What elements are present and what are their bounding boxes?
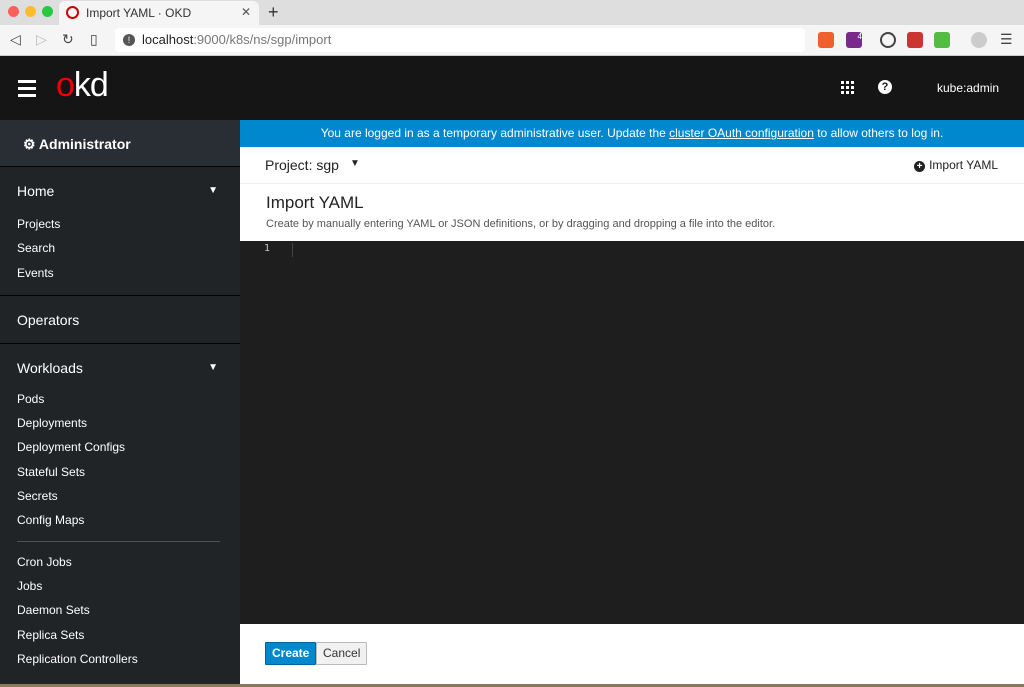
nav-item-daemon-sets[interactable]: Daemon Sets <box>0 598 240 622</box>
help-icon[interactable]: ? <box>878 80 892 94</box>
nav-section-operators[interactable]: Operators <box>0 294 240 343</box>
nav-item-stateful-sets[interactable]: Stateful Sets <box>0 460 240 484</box>
import-yaml-label: Import YAML <box>929 158 998 172</box>
editor-cursor <box>292 243 293 257</box>
forward-button[interactable]: ▷ <box>36 31 47 48</box>
logo-o: o <box>56 66 75 104</box>
page-header: Import YAML Create by manually entering … <box>240 184 1024 241</box>
bookmark-icon[interactable]: ▯ <box>90 31 98 48</box>
nav-item-search[interactable]: Search <box>0 236 240 260</box>
nav-item-jobs[interactable]: Jobs <box>0 574 240 598</box>
extension-icon[interactable] <box>907 32 923 48</box>
back-button[interactable]: ◁ <box>10 31 21 48</box>
brave-shield-icon[interactable] <box>818 32 834 48</box>
banner-text: to allow others to log in. <box>813 126 944 140</box>
nav-section-workloads[interactable]: Workloads ▼ <box>0 342 240 391</box>
nav-item-cron-jobs[interactable]: Cron Jobs <box>0 550 240 574</box>
profile-avatar[interactable] <box>971 32 987 48</box>
close-tab-icon[interactable]: ✕ <box>241 5 251 19</box>
okd-favicon-icon <box>66 6 79 19</box>
plus-circle-icon: + <box>914 161 926 172</box>
close-window-button[interactable] <box>8 6 19 17</box>
browser-tab-bar: Import YAML · OKD ✕ + <box>0 0 1024 25</box>
project-dropdown[interactable]: Project: sgp <box>265 157 339 173</box>
import-yaml-button[interactable]: + Import YAML <box>914 158 998 172</box>
okd-logo[interactable]: okd <box>56 66 109 105</box>
chevron-down-icon: ▼ <box>208 361 218 373</box>
extension-icon[interactable] <box>934 32 950 48</box>
extension-icon[interactable] <box>880 32 896 48</box>
nav-item-secrets[interactable]: Secrets <box>0 484 240 508</box>
hamburger-menu-icon[interactable] <box>18 80 36 101</box>
user-menu[interactable]: kube:admin <box>937 81 999 95</box>
nav-item-deployment-configs[interactable]: Deployment Configs <box>0 435 240 459</box>
info-icon: ! <box>123 34 135 46</box>
cancel-button[interactable]: Cancel <box>316 642 368 665</box>
tab-title: Import YAML · OKD <box>86 6 192 20</box>
line-number: 1 <box>264 243 271 254</box>
section-label: Home <box>17 183 55 199</box>
perspective-label: Administrator <box>38 136 131 152</box>
page-description: Create by manually entering YAML or JSON… <box>266 218 776 230</box>
reload-button[interactable]: ↻ <box>62 31 74 48</box>
address-bar: ◁ ▷ ↻ ▯ ! localhost:9000/k8s/ns/sgp/impor… <box>0 25 1024 56</box>
section-label: Workloads <box>17 359 83 376</box>
url-host: localhost <box>142 32 194 47</box>
gears-icon: ⚙ <box>23 136 39 152</box>
perspective-switcher[interactable]: ⚙ Administrator <box>0 120 240 167</box>
nav-item-replication-controllers[interactable]: Replication Controllers <box>0 647 240 671</box>
url-input[interactable]: ! localhost:9000/k8s/ns/sgp/import <box>115 28 805 52</box>
nav-item-projects[interactable]: Projects <box>0 212 240 236</box>
rewards-icon[interactable]: 4 <box>846 32 862 48</box>
browser-tab[interactable]: Import YAML · OKD ✕ <box>59 1 259 25</box>
url-path: :9000/k8s/ns/sgp/import <box>193 32 332 47</box>
temporary-admin-banner: You are logged in as a temporary adminis… <box>240 120 1024 147</box>
menu-icon[interactable]: ☰ <box>1000 31 1013 48</box>
nav-section-home[interactable]: Home ▼ <box>0 167 240 215</box>
form-footer: Create Cancel <box>240 624 1024 684</box>
project-bar: Project: sgp ▼ + Import YAML <box>240 147 1024 184</box>
banner-text: You are logged in as a temporary adminis… <box>320 126 670 140</box>
app-launcher-icon[interactable] <box>841 81 854 94</box>
new-tab-button[interactable]: + <box>268 2 279 23</box>
badge-count: 4 <box>857 32 862 41</box>
section-label: Operators <box>17 311 80 328</box>
minimize-window-button[interactable] <box>25 6 36 17</box>
caret-down-icon[interactable]: ▼ <box>350 158 360 169</box>
chevron-down-icon: ▼ <box>208 185 218 196</box>
nav-item-events[interactable]: Events <box>0 261 240 285</box>
logo-text: kd <box>73 66 109 104</box>
maximize-window-button[interactable] <box>42 6 53 17</box>
nav-item-config-maps[interactable]: Config Maps <box>0 508 240 532</box>
masthead: okd ? kube:admin <box>0 56 1024 120</box>
nav-item-replica-sets[interactable]: Replica Sets <box>0 623 240 647</box>
divider <box>17 540 220 542</box>
sidebar: ⚙ Administrator Home ▼ Projects Search Ev… <box>0 120 240 687</box>
yaml-editor[interactable]: 1 <box>240 241 1024 624</box>
page-title: Import YAML <box>266 193 364 212</box>
cluster-oauth-link[interactable]: cluster OAuth configuration <box>669 126 814 140</box>
nav-item-deployments[interactable]: Deployments <box>0 411 240 435</box>
create-button[interactable]: Create <box>265 642 317 665</box>
